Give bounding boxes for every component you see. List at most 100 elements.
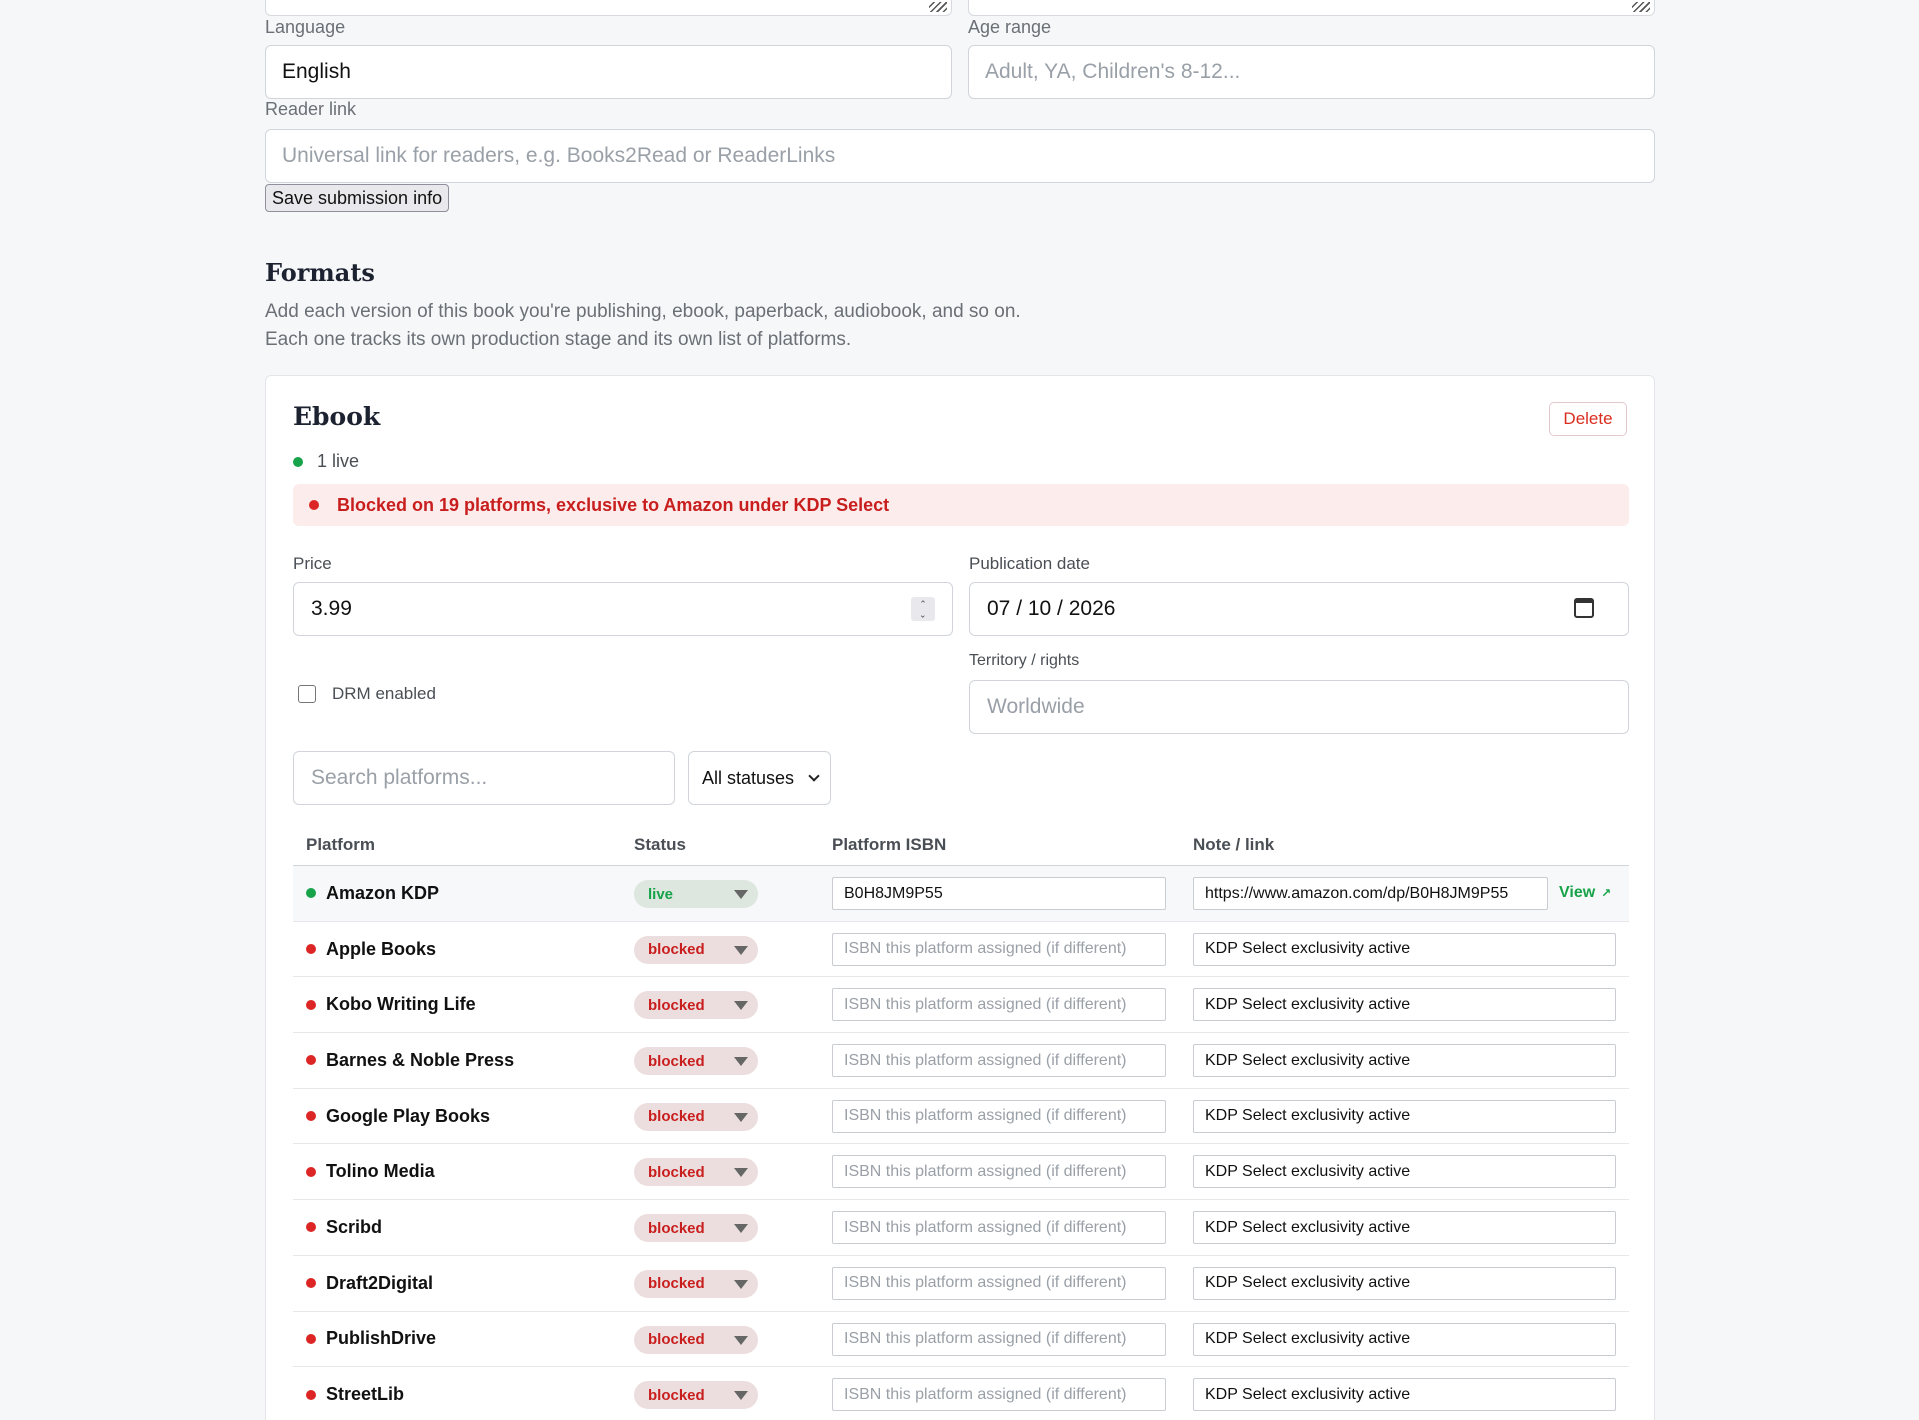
platform-isbn-input[interactable]: ISBN this platform assigned (if differen… [832,1099,1166,1133]
status-dot-icon [306,1389,316,1400]
platform-cell: Kobo Writing Life [306,977,476,1032]
status-filter-value: All statuses [702,767,795,788]
platform-isbn-input[interactable]: ISBN this platform assigned (if differen… [832,1211,1166,1245]
note-link-input[interactable]: KDP Select exclusivity active [1193,1044,1616,1078]
status-dot-icon [306,1055,316,1066]
dropdown-arrow-icon [734,1224,748,1234]
platform-name: Amazon KDP [326,882,440,903]
format-card-ebook: Ebook Delete 1 live Blocked on 19 platfo… [265,375,1655,1420]
table-row: Scribd blocked ISBN this platform assign… [293,1200,1629,1256]
platform-isbn-input[interactable]: ISBN this platform assigned (if differen… [832,1044,1166,1078]
number-spinner-icon[interactable]: ⌃ ⌃ [911,597,935,621]
formats-heading: Formats [265,258,375,287]
dropdown-arrow-icon [734,1168,748,1178]
header-platform: Platform [306,835,375,854]
chevron-down-icon [808,770,820,782]
status-value: blocked [648,1386,705,1404]
note-link-input[interactable]: KDP Select exclusivity active [1193,1155,1616,1189]
calendar-icon[interactable] [1574,598,1594,618]
live-dot-icon [293,456,303,467]
platform-cell: Apple Books [306,922,436,977]
language-input[interactable]: English [265,45,952,99]
platform-isbn-input[interactable]: ISBN this platform assigned (if differen… [832,1378,1166,1412]
platform-name: Google Play Books [326,1105,491,1126]
note-link-input[interactable]: KDP Select exclusivity active [1193,1378,1616,1412]
status-select[interactable]: blocked [634,991,758,1020]
table-row: Amazon KDP live B0H8JM9P55 https://www.a… [293,866,1629,922]
dropdown-arrow-icon [734,1112,748,1122]
status-select[interactable]: blocked [634,1047,758,1076]
status-select[interactable]: blocked [634,935,758,964]
dropdown-arrow-icon [734,1057,748,1067]
delete-format-button[interactable]: Delete [1549,402,1627,436]
textarea-top-right[interactable] [968,0,1655,16]
header-note: Note / link [1193,835,1275,854]
age-range-input[interactable]: Adult, YA, Children's 8-12... [968,45,1655,99]
blocked-dot-icon [309,500,319,510]
platform-isbn-input[interactable]: ISBN this platform assigned (if differen… [832,932,1166,966]
status-select[interactable]: live [634,880,758,908]
status-dot-icon [306,1166,316,1177]
age-range-label: Age range [968,17,1052,37]
platform-isbn-input[interactable]: ISBN this platform assigned (if differen… [832,1266,1166,1300]
dropdown-arrow-icon [734,1335,748,1345]
territory-input[interactable]: Worldwide [969,680,1629,734]
platform-cell: StreetLib [306,1367,404,1420]
note-link-input[interactable]: https://www.amazon.com/dp/B0H8JM9P55 [1193,877,1548,910]
dropdown-arrow-icon [734,945,748,955]
platform-cell: Barnes & Noble Press [306,1033,514,1088]
view-link[interactable]: View ↗ [1559,866,1611,921]
table-row: StreetLib blocked ISBN this platform ass… [293,1367,1629,1420]
note-link-input[interactable]: KDP Select exclusivity active [1193,1099,1616,1133]
status-select[interactable]: blocked [634,1214,758,1243]
platform-cell: PublishDrive [306,1312,436,1367]
price-input[interactable]: 3.99 ⌃ ⌃ [293,582,953,636]
header-status: Status [634,835,686,854]
drm-checkbox[interactable] [298,685,316,703]
pubdate-value: 07 / 10 / 2026 [987,597,1116,620]
platform-isbn-input[interactable]: B0H8JM9P55 [832,877,1166,910]
reader-link-label: Reader link [265,99,357,119]
external-link-icon: ↗ [1601,886,1612,901]
note-link-input[interactable]: KDP Select exclusivity active [1193,932,1616,966]
status-dot-icon [306,1278,316,1289]
status-value: blocked [648,1163,705,1181]
platform-cell: Scribd [306,1200,382,1255]
platform-search-input[interactable]: Search platforms... [293,751,675,805]
language-label: Language [265,17,346,37]
platform-isbn-input[interactable]: ISBN this platform assigned (if differen… [832,1155,1166,1189]
platform-name: Tolino Media [326,1161,435,1182]
platforms-table: Platform Status Platform ISBN Note / lin… [293,824,1629,1420]
status-select[interactable]: blocked [634,1102,758,1131]
status-select[interactable]: blocked [634,1381,758,1410]
textarea-top-left[interactable] [265,0,952,16]
platform-isbn-input[interactable]: ISBN this platform assigned (if differen… [832,1322,1166,1356]
status-select[interactable]: blocked [634,1269,758,1298]
pubdate-input[interactable]: 07 / 10 / 2026 [969,582,1629,636]
status-select[interactable]: blocked [634,1325,758,1354]
note-link-input[interactable]: KDP Select exclusivity active [1193,1266,1616,1300]
note-link-input[interactable]: KDP Select exclusivity active [1193,1211,1616,1245]
note-link-input[interactable]: KDP Select exclusivity active [1193,988,1616,1022]
table-row: Tolino Media blocked ISBN this platform … [293,1144,1629,1201]
platform-isbn-input[interactable]: ISBN this platform assigned (if differen… [832,988,1166,1022]
platform-name: StreetLib [326,1384,405,1405]
platform-name: PublishDrive [326,1328,437,1349]
reader-link-input[interactable]: Universal link for readers, e.g. Books2R… [265,129,1655,183]
status-filter-select[interactable]: All statuses [688,751,831,805]
platform-name: Apple Books [326,938,437,959]
table-row: PublishDrive blocked ISBN this platform … [293,1312,1629,1368]
table-header: Platform Status Platform ISBN Note / lin… [293,824,1629,866]
resize-grip-icon[interactable] [1632,2,1650,12]
status-value: blocked [648,1275,705,1293]
resize-grip-icon[interactable] [929,2,947,12]
platform-cell: Amazon KDP [306,866,439,921]
save-submission-button[interactable]: Save submission info [265,184,450,212]
note-link-input[interactable]: KDP Select exclusivity active [1193,1322,1616,1356]
dropdown-arrow-icon [734,890,748,899]
platform-cell: Tolino Media [306,1144,435,1199]
price-value: 3.99 [311,597,352,620]
live-summary: 1 live [293,451,359,472]
status-select[interactable]: blocked [634,1158,758,1187]
territory-label: Territory / rights [969,652,1080,669]
